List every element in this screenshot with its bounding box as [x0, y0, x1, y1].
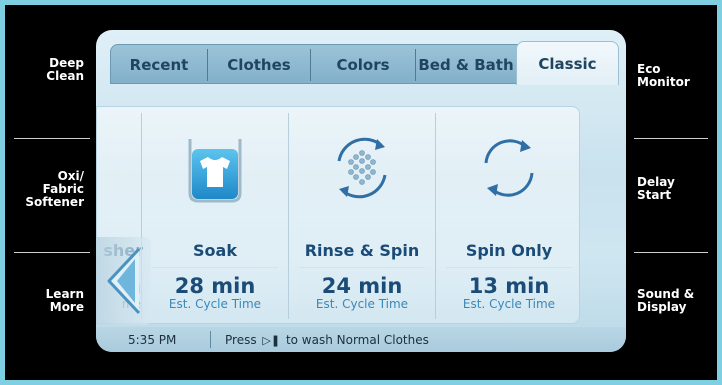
tab-colors[interactable]: Colors: [311, 45, 415, 85]
eco-monitor-label-2: Monitor: [637, 75, 690, 89]
status-separator: [210, 331, 211, 348]
cycle-divider: [299, 267, 425, 268]
cycle-est-time: Est. Cycle Time: [462, 297, 556, 311]
tab-classic[interactable]: Classic: [516, 41, 619, 85]
spin-only-icon: [484, 139, 534, 197]
cycle-name: Soak: [193, 241, 237, 260]
tab-colors-label: Colors: [336, 56, 390, 74]
cycle-time: 28 min: [174, 274, 256, 298]
delay-start-button[interactable]: Delay Start: [637, 176, 717, 202]
tab-recent[interactable]: Recent: [111, 45, 207, 85]
tab-clothes[interactable]: Clothes: [208, 45, 310, 85]
deep-clean-button[interactable]: Deep Clean: [0, 57, 84, 83]
tab-bed-bath[interactable]: Bed & Bath: [416, 45, 516, 85]
cycle-card-rinse-spin[interactable]: Rinse & Spin 24 min Est. Cycle Time: [289, 107, 435, 325]
status-message-prefix: Press: [225, 332, 257, 347]
eco-monitor-button[interactable]: Eco Monitor: [637, 63, 717, 89]
sound-display-button[interactable]: Sound & Display: [637, 288, 717, 314]
left-divider-2: [14, 252, 90, 253]
rinse-spin-icon: [337, 137, 387, 199]
right-divider-1: [634, 138, 708, 139]
oxi-label-3: Softener: [25, 195, 84, 209]
cycle-card-spin-only[interactable]: Spin Only 13 min Est. Cycle Time: [436, 107, 582, 325]
left-divider-1: [14, 138, 90, 139]
scroll-left-button[interactable]: [97, 237, 151, 325]
status-bar: 5:35 PM Press ▷❚ to wash Normal Clothes: [96, 327, 626, 352]
clock-time: 5:35 PM: [128, 332, 177, 347]
cycle-time: 24 min: [321, 274, 403, 298]
play-pause-icon: ▷❚: [262, 333, 281, 347]
cycle-est-time: Est. Cycle Time: [168, 297, 262, 311]
cycle-name: Spin Only: [465, 241, 553, 260]
chevron-left-icon: [107, 247, 141, 315]
cycle-category-tabs: Recent Clothes Colors Bed & Bath Classic: [110, 41, 619, 85]
touch-screen: Recent Clothes Colors Bed & Bath Classic…: [96, 30, 626, 352]
cycle-time: 13 min: [468, 274, 550, 298]
soak-shirt-icon: [188, 139, 242, 203]
status-message: Press ▷❚ to wash Normal Clothes: [225, 333, 429, 347]
right-divider-2: [634, 252, 708, 253]
cycle-divider: [446, 267, 572, 268]
cycle-card-soak[interactable]: Soak 28 min Est. Cycle Time: [142, 107, 288, 325]
learn-more-label-2: More: [49, 300, 84, 314]
cycle-carousel: sher n me Soak 28 min Est. Cycle Ti: [96, 106, 582, 325]
status-message-suffix: to wash Normal Clothes: [285, 332, 429, 347]
cycle-divider: [152, 267, 278, 268]
deep-clean-label-2: Clean: [46, 69, 84, 83]
tab-bed-bath-label: Bed & Bath: [418, 56, 514, 74]
delay-start-label-2: Start: [637, 188, 672, 202]
cycle-est-time: Est. Cycle Time: [315, 297, 409, 311]
cycle-name: Rinse & Spin: [304, 241, 420, 260]
oxi-fabric-softener-button[interactable]: Oxi/ Fabric Softener: [0, 170, 84, 209]
tab-clothes-label: Clothes: [227, 56, 291, 74]
learn-more-button[interactable]: Learn More: [0, 288, 84, 314]
tab-recent-label: Recent: [129, 56, 189, 74]
sound-display-label-2: Display: [637, 300, 687, 314]
tab-classic-label: Classic: [538, 54, 597, 73]
